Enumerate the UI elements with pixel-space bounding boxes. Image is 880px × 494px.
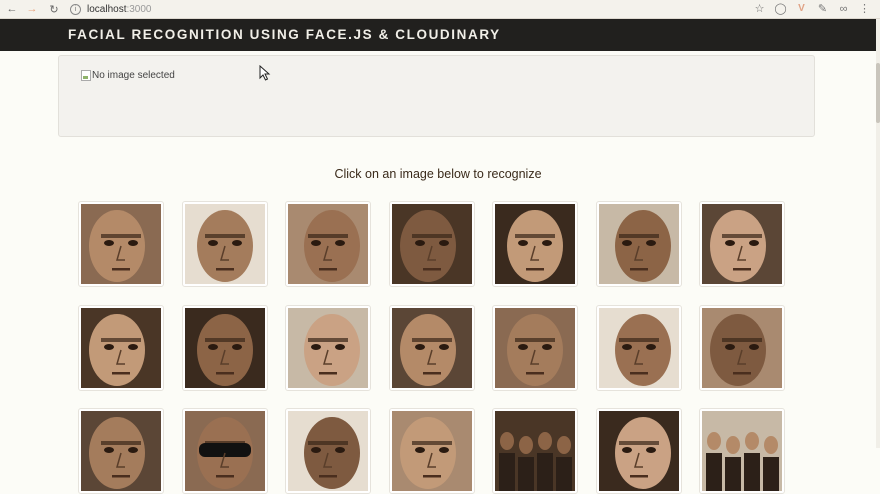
face-thumbnail[interactable]: [699, 305, 785, 391]
face-photo: [288, 308, 368, 388]
face-thumbnail[interactable]: [78, 201, 164, 287]
face-photo: [81, 308, 161, 388]
face-photo: [391, 204, 472, 284]
face-thumbnail[interactable]: [78, 305, 164, 391]
face-photo: [288, 411, 368, 491]
face-photo: [81, 411, 161, 491]
face-photo: [81, 204, 161, 284]
face-photo: [598, 308, 679, 388]
face-thumbnail[interactable]: [388, 305, 475, 391]
face-thumbnail[interactable]: [699, 201, 785, 287]
face-thumbnail[interactable]: [492, 201, 578, 287]
face-thumbnail[interactable]: [285, 305, 371, 391]
face-thumbnail[interactable]: [388, 408, 475, 494]
face-photo: [495, 204, 575, 284]
face-photo: [184, 411, 265, 491]
face-photo: [495, 411, 575, 491]
face-photo: [598, 411, 679, 491]
face-photo: [391, 411, 472, 491]
face-photo: [184, 308, 265, 388]
face-gallery: [0, 0, 880, 494]
face-thumbnail[interactable]: [492, 408, 578, 494]
face-thumbnail[interactable]: [595, 305, 682, 391]
face-photo: [391, 308, 472, 388]
face-thumbnail[interactable]: [181, 305, 268, 391]
face-photo: [702, 411, 782, 491]
face-thumbnail[interactable]: [595, 201, 682, 287]
face-thumbnail[interactable]: [492, 305, 578, 391]
face-thumbnail[interactable]: [285, 201, 371, 287]
face-photo: [184, 204, 265, 284]
face-thumbnail[interactable]: [181, 201, 268, 287]
face-thumbnail[interactable]: [388, 201, 475, 287]
face-photo: [702, 308, 782, 388]
face-thumbnail[interactable]: [78, 408, 164, 494]
face-photo: [598, 204, 679, 284]
face-thumbnail[interactable]: [595, 408, 682, 494]
face-thumbnail[interactable]: [285, 408, 371, 494]
face-photo: [702, 204, 782, 284]
face-photo: [495, 308, 575, 388]
face-thumbnail[interactable]: [699, 408, 785, 494]
face-photo: [288, 204, 368, 284]
face-thumbnail[interactable]: [181, 408, 268, 494]
